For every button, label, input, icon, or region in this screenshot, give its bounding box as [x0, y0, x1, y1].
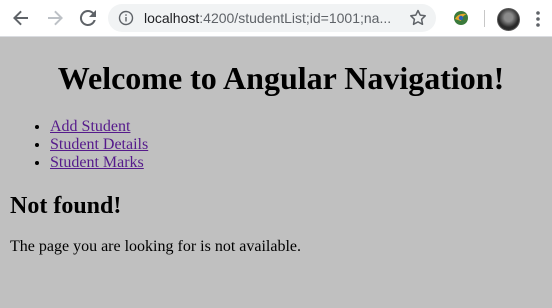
url-host: localhost	[144, 10, 200, 26]
list-item: Student Details	[50, 136, 148, 154]
star-icon[interactable]	[408, 8, 428, 28]
forward-arrow-icon[interactable]	[43, 6, 67, 30]
url-path: :4200/studentList;id=1001;na...	[199, 10, 392, 26]
student-marks-link[interactable]: Student Marks	[50, 154, 144, 171]
page-title: Welcome to Angular Navigation!	[57, 60, 505, 96]
not-found-title: Not found!	[10, 193, 122, 219]
reload-icon[interactable]	[76, 6, 100, 30]
address-bar[interactable]: localhost:4200/studentList;id=1001;na...	[108, 4, 436, 32]
list-item: Student Marks	[50, 154, 148, 172]
back-arrow-icon[interactable]	[9, 6, 33, 30]
add-student-link[interactable]: Add Student	[50, 118, 130, 135]
extension-icon[interactable]	[452, 9, 470, 27]
toolbar-separator	[484, 10, 485, 27]
list-item: Add Student	[50, 118, 148, 136]
profile-avatar[interactable]	[497, 8, 520, 31]
nav-list: Add Student Student Details Student Mark…	[10, 118, 148, 172]
student-details-link[interactable]: Student Details	[50, 136, 148, 153]
menu-dots-icon[interactable]	[530, 9, 546, 29]
url-text[interactable]: localhost:4200/studentList;id=1001;na...	[144, 10, 408, 26]
not-found-message: The page you are looking for is not avai…	[10, 238, 302, 255]
info-icon[interactable]	[118, 10, 134, 26]
browser-toolbar: localhost:4200/studentList;id=1001;na...	[0, 0, 552, 37]
